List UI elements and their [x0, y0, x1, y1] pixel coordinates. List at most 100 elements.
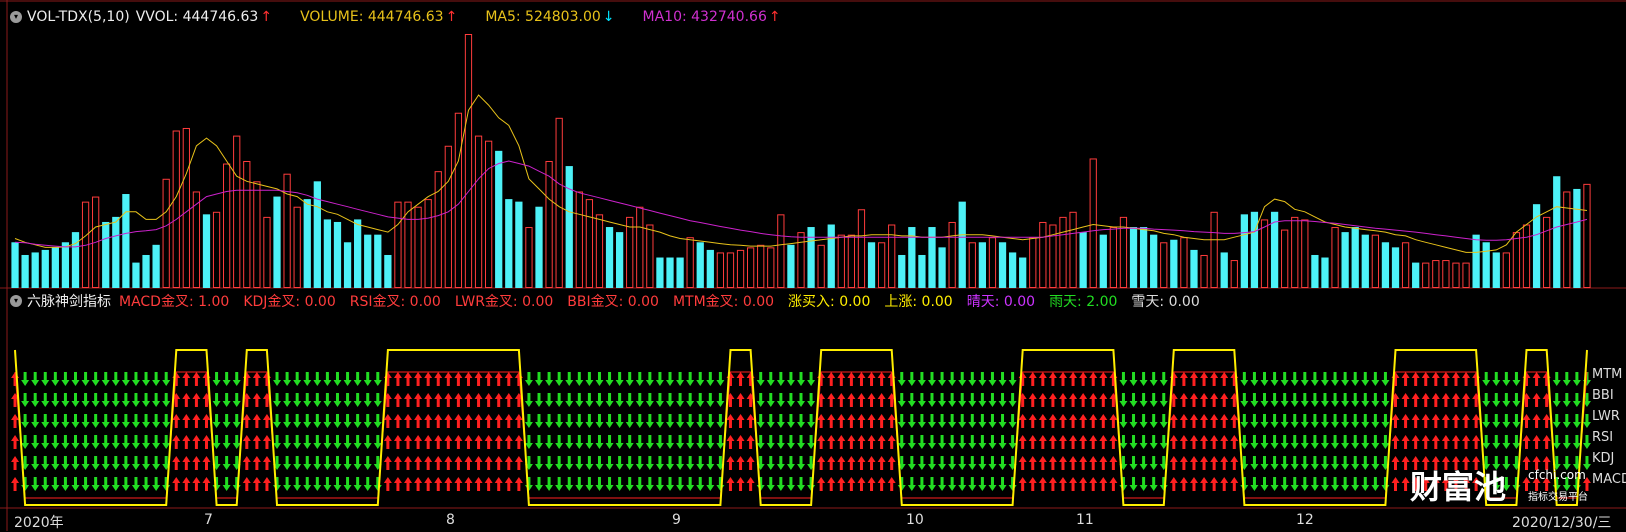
signal-down-arrow — [676, 414, 685, 428]
signal-up-arrow — [1099, 414, 1108, 428]
signal-up-arrow — [867, 477, 876, 491]
volume-bar — [666, 257, 674, 288]
signal-up-arrow — [1189, 393, 1198, 407]
volume-bar — [31, 252, 39, 288]
volume-bar — [1371, 234, 1379, 289]
signal-down-arrow — [1552, 414, 1561, 428]
signal-down-arrow — [323, 456, 332, 470]
signal-up-arrow — [202, 435, 211, 449]
signal-down-arrow — [1008, 477, 1017, 491]
signal-up-arrow — [414, 372, 423, 386]
signal-up-arrow — [1079, 435, 1088, 449]
signal-down-arrow — [696, 414, 705, 428]
signal-up-arrow — [1048, 393, 1057, 407]
signal-up-arrow — [1462, 435, 1471, 449]
signal-down-arrow — [1582, 435, 1591, 449]
volume-label: VOLUME: 444746.63 ↑ — [300, 9, 458, 25]
signal-up-arrow — [484, 372, 493, 386]
volume-bar — [293, 206, 301, 288]
signal-down-arrow — [1250, 372, 1259, 386]
signal-down-arrow — [1129, 435, 1138, 449]
volume-bar — [777, 214, 785, 288]
volume-bar — [142, 254, 150, 288]
signal-up-arrow — [182, 456, 191, 470]
signal-down-arrow — [645, 414, 654, 428]
signal-down-arrow — [585, 477, 594, 491]
signal-down-arrow — [152, 477, 161, 491]
panel-toggle-icon[interactable]: ▾ — [10, 11, 22, 23]
signal-up-arrow — [182, 414, 191, 428]
signal-up-arrow — [1179, 372, 1188, 386]
signal-up-arrow — [857, 393, 866, 407]
signal-up-arrow — [192, 414, 201, 428]
signal-down-arrow — [625, 414, 634, 428]
signal-down-arrow — [1502, 393, 1511, 407]
signal-down-arrow — [1310, 435, 1319, 449]
signal-up-arrow — [1099, 456, 1108, 470]
signal-down-arrow — [635, 414, 644, 428]
signal-down-arrow — [323, 372, 332, 386]
signal-up-arrow — [414, 414, 423, 428]
volume-bar — [172, 130, 180, 288]
sixpulse-item: MTM金叉: 0.00 — [672, 294, 775, 310]
signal-down-arrow — [1482, 414, 1491, 428]
signal-down-arrow — [1260, 435, 1269, 449]
sixpulse-item: BBI金叉: 0.00 — [567, 294, 659, 310]
signal-up-arrow — [1099, 435, 1108, 449]
signal-down-arrow — [1260, 372, 1269, 386]
signal-up-arrow — [1048, 414, 1057, 428]
signal-up-arrow — [1038, 414, 1047, 428]
signal-up-arrow — [1069, 477, 1078, 491]
signal-up-arrow — [454, 456, 463, 470]
signal-down-arrow — [1351, 372, 1360, 386]
signal-down-arrow — [1129, 477, 1138, 491]
signal-up-arrow — [827, 393, 836, 407]
signal-up-arrow — [444, 477, 453, 491]
signal-up-arrow — [1169, 435, 1178, 449]
signal-up-arrow — [837, 372, 846, 386]
volume-bar — [988, 237, 997, 288]
signal-down-arrow — [1290, 372, 1299, 386]
signal-up-arrow — [1220, 477, 1229, 491]
signal-down-arrow — [71, 414, 80, 428]
signal-down-arrow — [645, 456, 654, 470]
signal-down-arrow — [776, 393, 785, 407]
panel-toggle-icon[interactable]: ▾ — [10, 295, 22, 307]
signal-up-arrow — [464, 456, 473, 470]
sixpulse-item: KDJ金叉: 0.00 — [243, 294, 336, 310]
signal-up-arrow — [1210, 456, 1219, 470]
signal-down-arrow — [323, 477, 332, 491]
signal-up-arrow — [1451, 372, 1460, 386]
signal-up-arrow — [474, 414, 483, 428]
signal-down-arrow — [131, 372, 140, 386]
signal-down-arrow — [303, 372, 312, 386]
signal-down-arrow — [293, 414, 302, 428]
signal-up-arrow — [1462, 372, 1471, 386]
signal-down-arrow — [343, 477, 352, 491]
signal-down-arrow — [756, 414, 765, 428]
signal-up-arrow — [857, 414, 866, 428]
signal-up-arrow — [192, 372, 201, 386]
signal-up-arrow — [514, 435, 523, 449]
signal-down-arrow — [232, 393, 241, 407]
signal-down-arrow — [958, 372, 967, 386]
signal-up-arrow — [1089, 456, 1098, 470]
signal-down-arrow — [1512, 414, 1521, 428]
signal-down-arrow — [1129, 456, 1138, 470]
signal-down-arrow — [1331, 372, 1340, 386]
signal-down-arrow — [666, 456, 675, 470]
signal-down-arrow — [1310, 456, 1319, 470]
signal-down-arrow — [313, 372, 322, 386]
signal-down-arrow — [625, 456, 634, 470]
signal-up-arrow — [474, 477, 483, 491]
signal-up-arrow — [1431, 372, 1440, 386]
signal-down-arrow — [1562, 393, 1571, 407]
signal-down-arrow — [1512, 393, 1521, 407]
volume-bar — [1512, 232, 1521, 288]
signal-down-arrow — [535, 435, 544, 449]
signal-down-arrow — [333, 477, 342, 491]
volume-bar — [938, 247, 946, 288]
signal-down-arrow — [21, 372, 30, 386]
signal-up-arrow — [1179, 414, 1188, 428]
signal-up-arrow — [837, 414, 846, 428]
